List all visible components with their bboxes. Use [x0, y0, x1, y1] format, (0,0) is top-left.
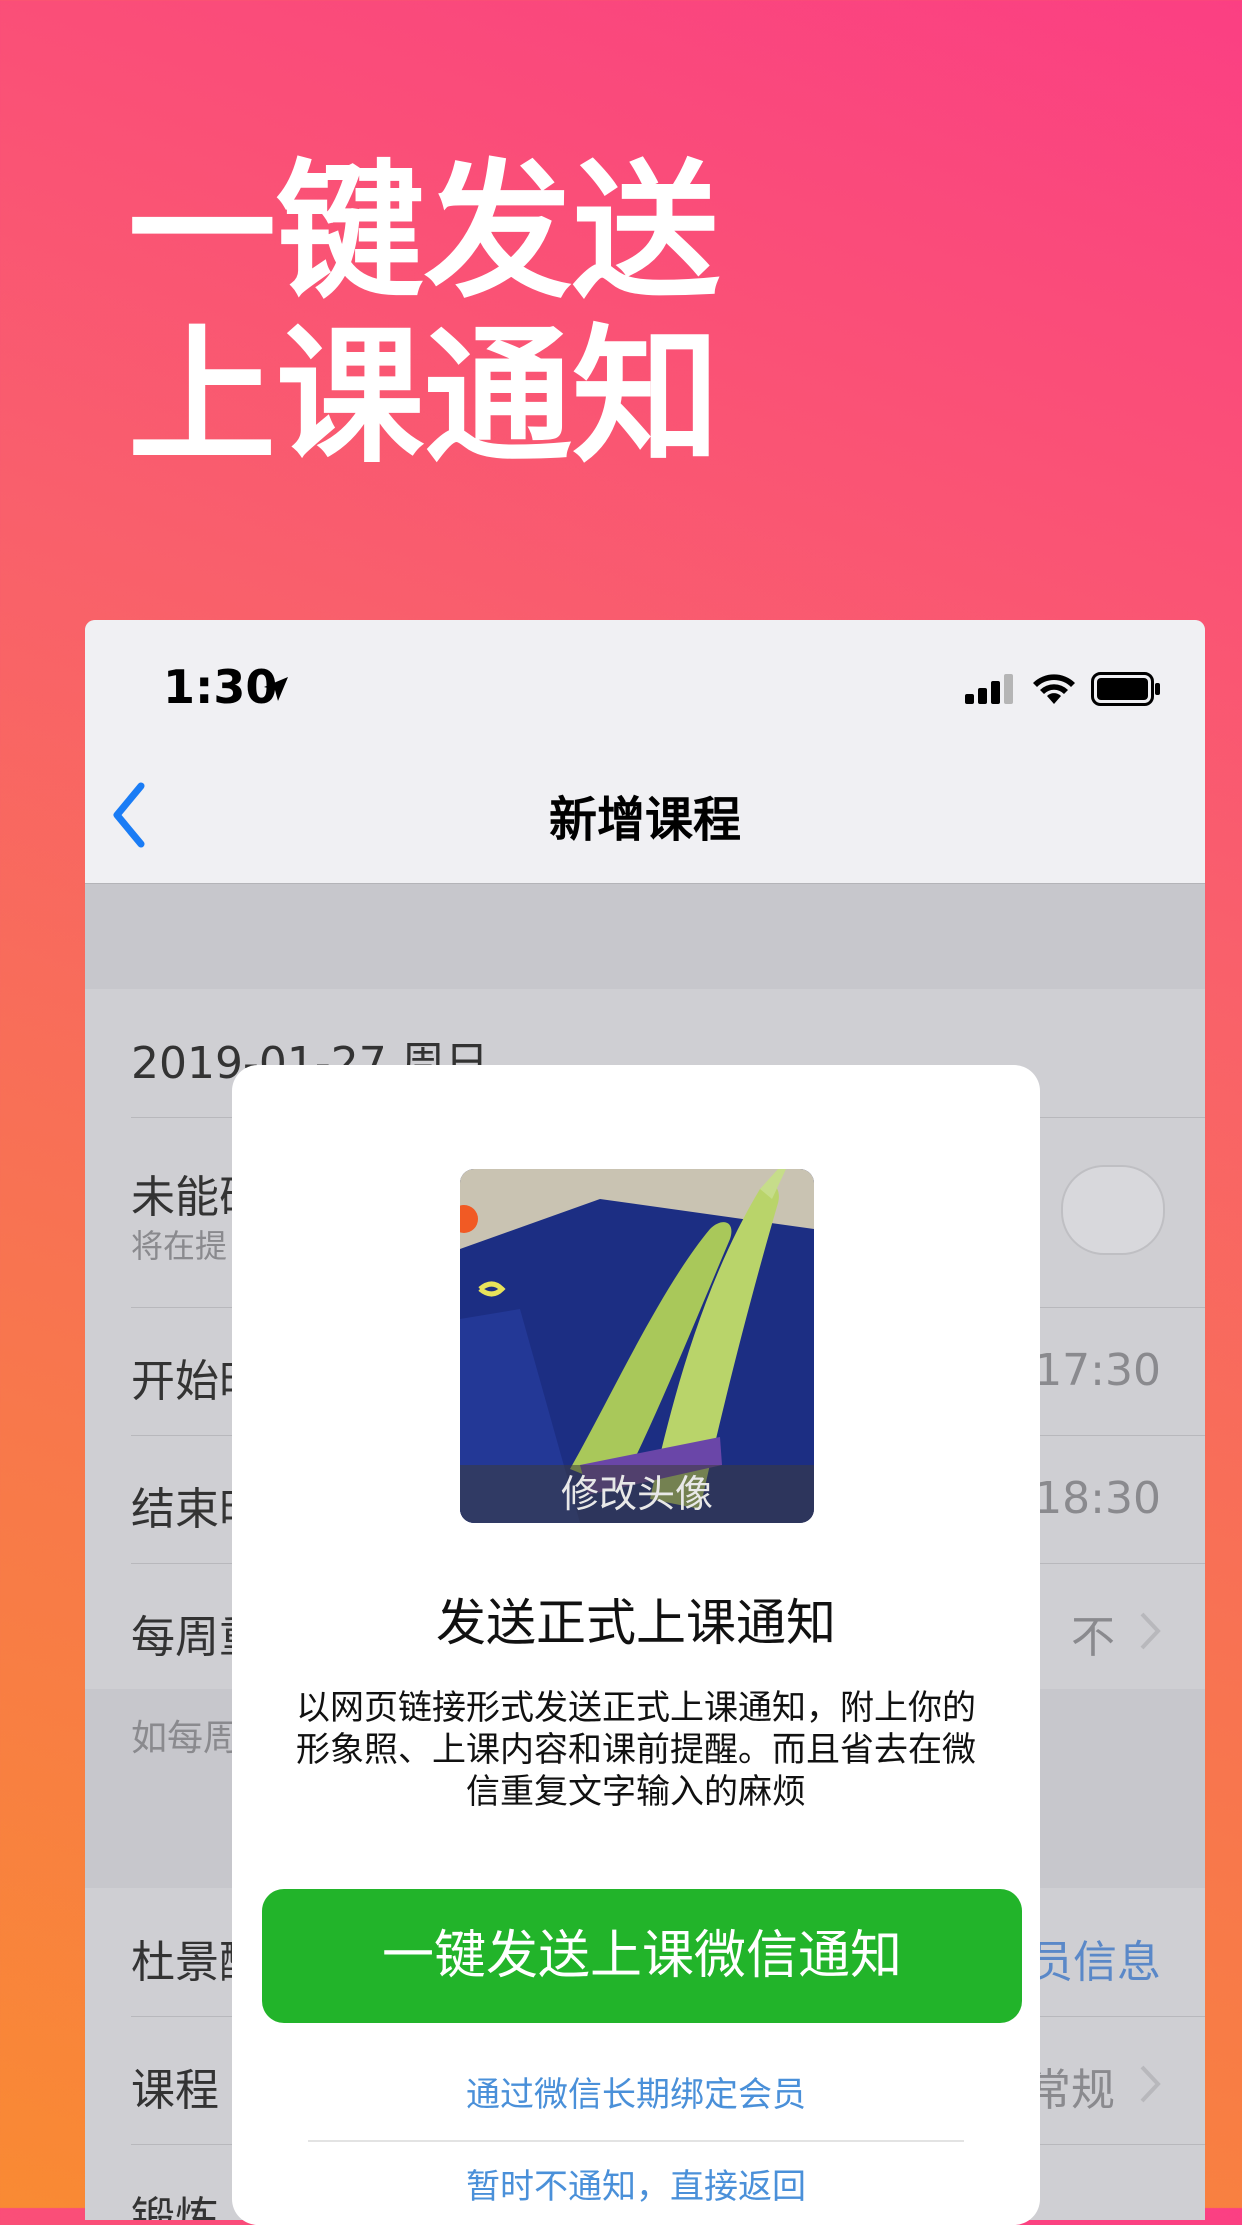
promo-headline: 一键发送 上课通知 — [128, 150, 720, 480]
status-indicators — [965, 672, 1161, 706]
headline-line-2: 上课通知 — [128, 311, 720, 483]
dialog-title: 发送正式上课通知 — [436, 1594, 836, 1652]
section-gap — [85, 884, 1205, 989]
repeat-value: 不 — [1071, 1612, 1115, 1663]
dialog-description: 以网页链接形式发送正式上课通知，附上你的形象照、上课内容和课前提醒。而且省去在微… — [296, 1688, 976, 1812]
undetermined-sub: 将在提 — [131, 1227, 228, 1265]
signal-icon — [965, 674, 1013, 704]
start-time-value: 17:30 — [1034, 1345, 1161, 1396]
wifi-icon — [1033, 674, 1075, 704]
bind-member-link[interactable]: 通过微信长期绑定会员 — [232, 2067, 1040, 2116]
page-title: 新增课程 — [548, 792, 741, 848]
chevron-right-icon — [1140, 2065, 1161, 2103]
repeat-footer-note: 如每周 — [131, 1718, 240, 1759]
battery-icon — [1091, 672, 1160, 706]
location-arrow-icon — [264, 677, 288, 701]
exercise-label: 锻炼 — [131, 2193, 219, 2220]
dialog-divider — [308, 2140, 964, 2142]
course-label: 课程 — [131, 2065, 219, 2116]
member-info-link[interactable]: 员信息 — [1029, 1926, 1161, 1990]
send-wechat-notice-button[interactable]: 一键发送上课微信通知 — [262, 1889, 1022, 2023]
end-time-value: 18:30 — [1034, 1473, 1161, 1524]
undetermined-toggle[interactable] — [1061, 1165, 1165, 1255]
course-value: 常规 — [1027, 2065, 1115, 2116]
skip-notice-link[interactable]: 暂时不通知，直接返回 — [232, 2159, 1040, 2208]
send-notice-dialog: 修改头像 发送正式上课通知 以网页链接形式发送正式上课通知，附上你的形象照、上课… — [232, 1065, 1040, 2225]
avatar-image[interactable]: 修改头像 — [460, 1169, 814, 1523]
change-avatar-caption: 修改头像 — [460, 1465, 814, 1523]
chevron-right-icon — [1140, 1612, 1161, 1650]
headline-line-1: 一键发送 — [128, 146, 720, 318]
navigation-bar: 1:30 新增课程 — [85, 620, 1205, 884]
